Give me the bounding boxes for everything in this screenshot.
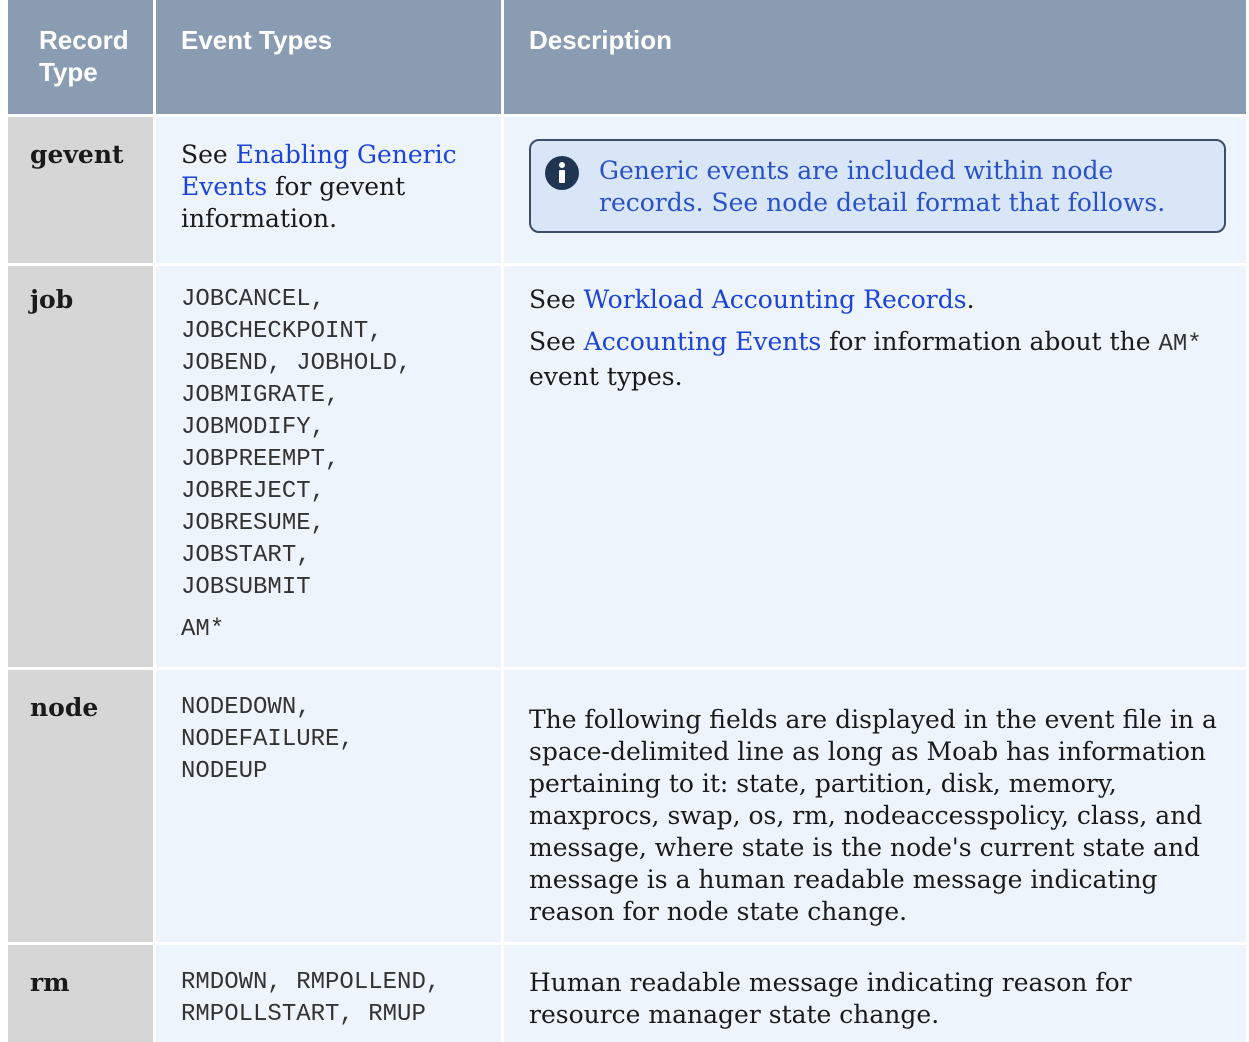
event-type-am: AM* bbox=[181, 616, 225, 643]
description-text: for information about the bbox=[821, 327, 1159, 356]
header-event-types: Event Types bbox=[156, 0, 504, 117]
description-cell: Generic events are included within node … bbox=[504, 117, 1246, 266]
info-icon bbox=[545, 156, 579, 190]
record-type-cell: node bbox=[0, 670, 156, 945]
info-note: Generic events are included within node … bbox=[529, 139, 1226, 233]
description-line-1: See Workload Accounting Records. bbox=[529, 284, 1226, 316]
description-cell: See Workload Accounting Records. See Acc… bbox=[504, 266, 1246, 670]
event-type-item: JOBREJECT, bbox=[181, 478, 326, 505]
event-type-item: JOBSUBMIT bbox=[181, 574, 311, 601]
info-note-text: Generic events are included within node … bbox=[599, 156, 1166, 217]
description-text: See bbox=[529, 327, 584, 356]
event-type-item: JOBEND, JOBHOLD, bbox=[181, 350, 412, 377]
record-type-cell: rm bbox=[0, 945, 156, 1042]
event-type-item: NODEDOWN, bbox=[181, 694, 311, 721]
table-row: job JOBCANCEL, JOBCHECKPOINT, JOBEND, JO… bbox=[0, 266, 1246, 670]
header-description: Description bbox=[504, 0, 1246, 117]
event-types-cell: NODEDOWN, NODEFAILURE, NODEUP bbox=[156, 670, 504, 945]
table-row: gevent See Enabling Generic Events for g… bbox=[0, 117, 1246, 266]
table-row: rm RMDOWN, RMPOLLEND, RMPOLLSTART, RMUP … bbox=[0, 945, 1246, 1042]
record-event-table: Record Type Event Types Description geve… bbox=[0, 0, 1246, 1042]
description-text: See bbox=[529, 285, 584, 314]
record-type-cell: job bbox=[0, 266, 156, 670]
event-type-item: RMDOWN, RMPOLLEND, bbox=[181, 969, 441, 996]
event-type-item: JOBRESUME, bbox=[181, 510, 326, 537]
event-types-text-pre: See bbox=[181, 140, 236, 169]
header-record-type: Record Type bbox=[0, 0, 156, 117]
event-types-cell: JOBCANCEL, JOBCHECKPOINT, JOBEND, JOBHOL… bbox=[156, 266, 504, 670]
description-line-2: See Accounting Events for information ab… bbox=[529, 326, 1226, 393]
event-type-item: NODEUP bbox=[181, 758, 268, 785]
event-type-item: JOBMODIFY, bbox=[181, 414, 326, 441]
description-cell: Human readable message indicating reason… bbox=[504, 945, 1246, 1042]
event-type-item: JOBSTART, bbox=[181, 542, 311, 569]
event-type-item: JOBMIGRATE, bbox=[181, 382, 340, 409]
event-type-item: NODEFAILURE, bbox=[181, 726, 354, 753]
page: Record Type Event Types Description geve… bbox=[0, 0, 1249, 1042]
table-row: node NODEDOWN, NODEFAILURE, NODEUP The f… bbox=[0, 670, 1246, 945]
workload-accounting-records-link[interactable]: Workload Accounting Records bbox=[584, 285, 967, 314]
description-text: event types. bbox=[529, 362, 683, 391]
event-type-item: JOBCANCEL, bbox=[181, 286, 326, 313]
record-type-cell: gevent bbox=[0, 117, 156, 266]
event-types-cell: RMDOWN, RMPOLLEND, RMPOLLSTART, RMUP bbox=[156, 945, 504, 1042]
event-types-cell: See Enabling Generic Events for gevent i… bbox=[156, 117, 504, 266]
description-cell: The following fields are displayed in th… bbox=[504, 670, 1246, 945]
description-text: . bbox=[966, 285, 975, 314]
accounting-events-link[interactable]: Accounting Events bbox=[584, 327, 822, 356]
table-header-row: Record Type Event Types Description bbox=[0, 0, 1246, 117]
am-code: AM* bbox=[1158, 331, 1202, 358]
event-type-item: RMPOLLSTART, RMUP bbox=[181, 1001, 426, 1028]
event-type-item: JOBPREEMPT, bbox=[181, 446, 340, 473]
description-text: The following fields are displayed in th… bbox=[529, 705, 1217, 926]
event-type-item: JOBCHECKPOINT, bbox=[181, 318, 383, 345]
